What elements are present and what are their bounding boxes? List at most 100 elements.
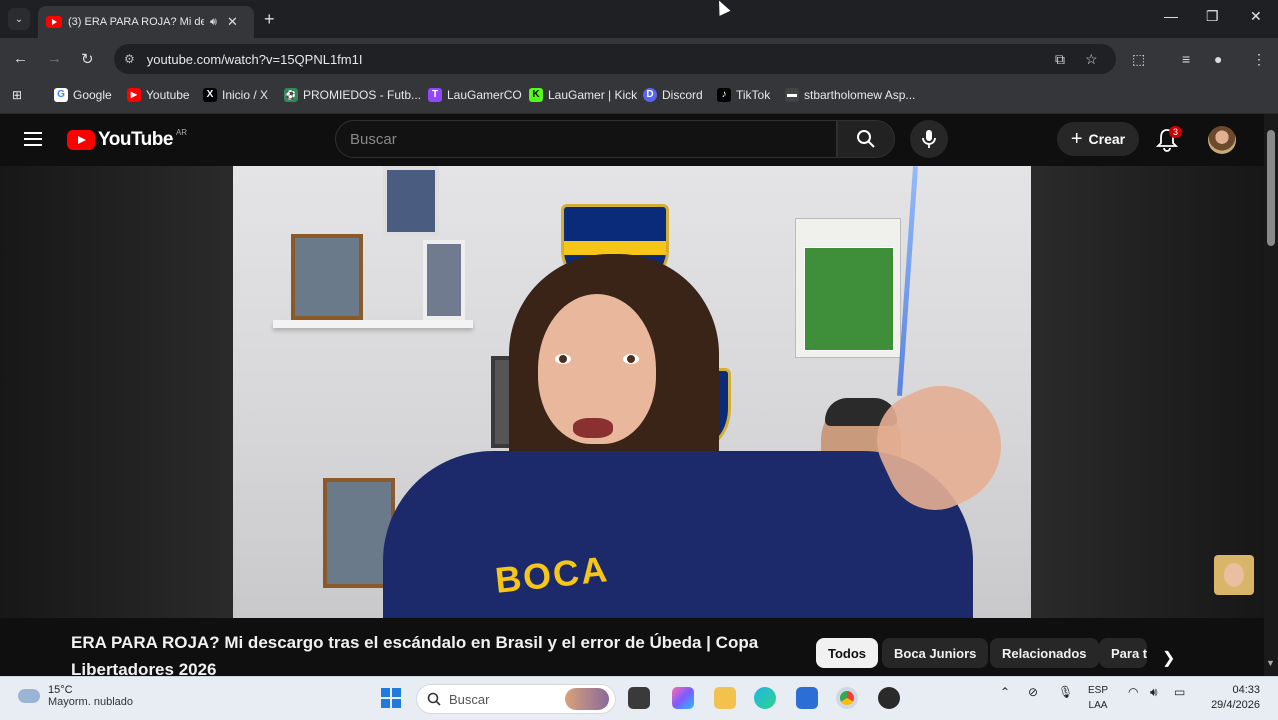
taskbar-search[interactable]: Buscar [416,684,616,714]
google-icon: G [54,88,68,102]
chrome-icon[interactable] [836,687,858,709]
new-tab-icon[interactable]: + [264,9,275,30]
hamburger-menu-icon[interactable] [24,132,42,146]
system-clock[interactable]: 04:33 29/4/2026 [1200,683,1260,713]
search-icon [427,692,441,706]
search-placeholder: Buscar [350,130,397,148]
address-bar[interactable]: ⚙ youtube.com/watch?v=15QPNL1fm1I [114,44,1116,74]
chevron-right-icon[interactable]: ❯ [1162,648,1175,668]
presenter-mouth [573,418,613,438]
edge-browser-icon[interactable] [754,687,776,709]
wifi-icon[interactable]: ◠ [1128,685,1138,699]
battery-icon[interactable]: ▭ [1174,685,1185,699]
floating-sticker-avatar[interactable] [1214,555,1254,595]
bookmark-label: PROMIEDOS - Futb... [303,88,422,102]
voice-search-button[interactable] [910,120,948,158]
chip-para-ti[interactable]: Para ti [1099,638,1147,668]
user-avatar[interactable] [1208,126,1236,154]
profile-icon[interactable]: ● [1214,51,1222,67]
presenter-sweater [383,451,973,618]
bookmark-promiedos[interactable]: ⚽ PROMIEDOS - Futb... [284,88,421,102]
kebab-menu-icon[interactable]: ⋮ [1252,51,1266,68]
bookmark-kick[interactable]: K LauGamer | Kick [529,88,637,102]
restore-window-icon[interactable]: ❐ [1206,8,1219,25]
chip-boca-juniors[interactable]: Boca Juniors [882,638,989,668]
microphone-tray-icon[interactable]: 🎙︎ [1058,685,1073,699]
language-code: ESP [1088,685,1109,696]
browser-toolbar: ← → ↻ ⚙ youtube.com/watch?v=15QPNL1fm1I … [0,38,1278,80]
youtube-wordmark: YouTube [98,129,173,150]
tiktok-icon: ♪ [717,88,731,102]
microsoft-store-icon[interactable] [796,687,818,709]
volume-icon[interactable]: 🔊︎ [1150,685,1158,700]
show-hidden-icons-icon[interactable]: ⌃ [1000,685,1010,699]
tab-search-chevron-icon[interactable]: ⌄ [8,8,30,30]
weather-description: Mayorm. nublado [48,696,133,708]
bookmark-star-icon[interactable]: ☆ [1085,51,1098,68]
bookmark-tiktok[interactable]: ♪ TikTok [717,88,770,102]
bookmark-google[interactable]: G Google [54,88,112,102]
bookmark-discord[interactable]: D Discord [643,88,703,102]
bookmark-label: stbartholomew Asp... [804,88,916,102]
search-highlight-image [565,688,609,710]
weather-widget[interactable]: 15°C Mayorm. nublado [18,684,133,708]
create-button[interactable]: + Crear [1057,122,1139,156]
search-button[interactable] [837,120,895,158]
minimize-window-icon[interactable]: — [1164,8,1178,24]
tab-title: (3) ERA PARA ROJA? Mi des [68,16,204,28]
chip-todos[interactable]: Todos [816,638,879,668]
page-scrollbar[interactable]: ▼ [1264,114,1278,676]
bookmarks-bar: ⊞ G Google ▶ Youtube X Inicio / X ⚽ PROMIEDO… [0,80,1278,114]
windows-start-icon[interactable] [381,688,401,708]
clock-date: 29/4/2026 [1211,699,1260,711]
wall-photo [291,234,363,320]
presenter-eye [555,354,571,364]
video-title: ERA PARA ROJA? Mi descargo tras el escán… [71,633,759,679]
promiedos-icon: ⚽ [284,88,298,102]
bookmark-youtube[interactable]: ▶ Youtube [127,88,190,102]
bookmark-stbartholomew[interactable]: ▬ stbartholomew Asp... [785,88,915,102]
keyboard-layout: LAA [1088,700,1108,711]
search-input[interactable]: Buscar [335,120,837,158]
site-info-icon[interactable]: ⚙ [124,52,135,66]
kick-icon: K [529,88,543,102]
youtube-play-logo-icon [67,130,95,150]
back-arrow-icon[interactable]: ← [13,50,28,67]
file-explorer-icon[interactable] [714,687,736,709]
bookmark-label: LauGamerCO [447,88,522,102]
bookmark-x[interactable]: X Inicio / X [203,88,268,102]
country-code: AR [175,127,188,137]
task-view-icon[interactable] [628,687,650,709]
obs-icon[interactable] [878,687,900,709]
youtube-logo[interactable]: YouTube AR [67,127,188,151]
bookmark-label: Inicio / X [222,88,269,102]
open-in-app-icon[interactable]: ⧉ [1055,51,1065,68]
reload-icon[interactable]: ↻ [81,50,94,68]
plus-icon: + [1070,127,1083,150]
close-window-icon[interactable]: ✕ [1250,8,1262,25]
meet-now-icon[interactable]: ⊘ [1028,685,1038,699]
url-text[interactable]: youtube.com/watch?v=15QPNL1fm1I [147,52,363,67]
wall-shelf [273,320,473,328]
extensions-puzzle-icon[interactable]: ⬚ [1132,51,1145,68]
youtube-favicon-icon [46,16,62,28]
video-player[interactable]: BOCA [233,166,1031,618]
browser-tab-active[interactable]: (3) ERA PARA ROJA? Mi des 🔊︎ ✕ [38,6,254,38]
clock-time: 04:33 [1232,684,1260,696]
chip-relacionados[interactable]: Relacionados [990,638,1099,668]
bookmark-label: Youtube [146,88,190,102]
wall-photo [423,240,465,320]
scrollbar-thumb[interactable] [1267,130,1275,246]
apps-grid-icon[interactable]: ⊞ [12,88,22,102]
copilot-icon[interactable] [672,687,694,709]
taskbar-search-label: Buscar [449,691,490,707]
scroll-down-arrow-icon[interactable]: ▼ [1266,658,1275,668]
input-language[interactable]: ESP LAA [1088,683,1108,713]
search-icon [857,130,875,148]
discord-icon: D [643,88,657,102]
forward-arrow-icon[interactable]: → [47,50,62,67]
media-controls-icon[interactable]: ≡ [1182,51,1190,67]
bookmark-twitch[interactable]: T LauGamerCO [428,88,522,102]
audio-playing-icon[interactable]: 🔊︎ [210,16,217,29]
close-tab-icon[interactable]: ✕ [227,14,238,30]
